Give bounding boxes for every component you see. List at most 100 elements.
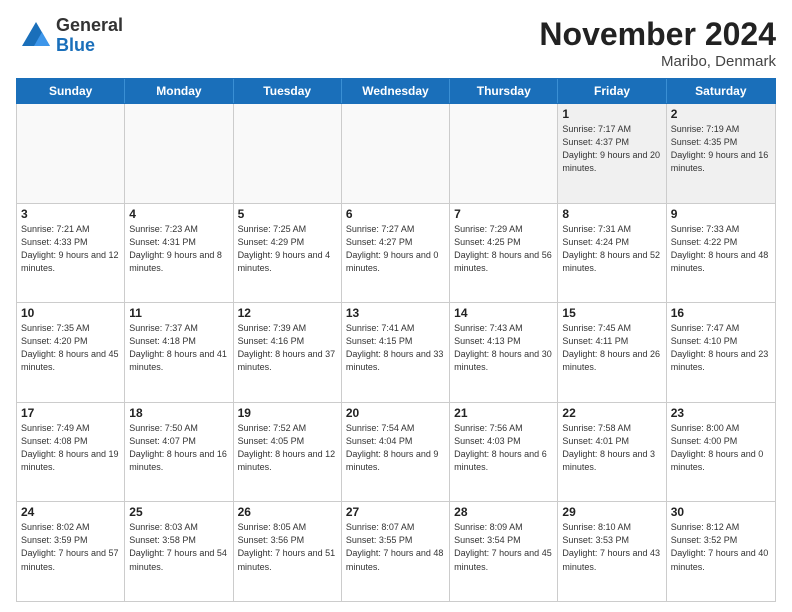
- header-monday: Monday: [125, 79, 233, 103]
- day-number-r3-c1: 18: [129, 406, 228, 420]
- cell-info-r4-c3: Sunrise: 8:07 AM Sunset: 3:55 PM Dayligh…: [346, 521, 445, 573]
- calendar-cell-r4-c6: 30Sunrise: 8:12 AM Sunset: 3:52 PM Dayli…: [667, 502, 775, 601]
- header: General Blue November 2024 Maribo, Denma…: [16, 16, 776, 70]
- cell-info-r3-c4: Sunrise: 7:56 AM Sunset: 4:03 PM Dayligh…: [454, 422, 553, 474]
- calendar-row-1: 3Sunrise: 7:21 AM Sunset: 4:33 PM Daylig…: [17, 204, 775, 304]
- day-number-r2-c0: 10: [21, 306, 120, 320]
- cell-info-r1-c5: Sunrise: 7:31 AM Sunset: 4:24 PM Dayligh…: [562, 223, 661, 275]
- calendar-cell-r2-c3: 13 Sunrise: 7:41 AM Sunset: 4:15 PM Dayli…: [342, 303, 450, 402]
- calendar-body: 1 Sunrise: 7:17 AM Sunset: 4:37 PM Daylig…: [16, 104, 776, 602]
- day-number-r2-c2: 12: [238, 306, 337, 320]
- calendar-cell-r0-c6: 2Sunrise: 7:19 AM Sunset: 4:35 PM Daylig…: [667, 104, 775, 203]
- cell-info-r1-c6: Sunrise: 7:33 AM Sunset: 4:22 PM Dayligh…: [671, 223, 771, 275]
- day-number-r2-c3: 13: [346, 306, 445, 320]
- cell-info-r2-c2: Sunrise: 7:39 AM Sunset: 4:16 PM Dayligh…: [238, 322, 337, 374]
- calendar-cell-r1-c5: 8 Sunrise: 7:31 AM Sunset: 4:24 PM Daylig…: [558, 204, 666, 303]
- day-number-r1-c1: 4: [129, 207, 228, 221]
- day-number-r0-c6: 2: [671, 107, 771, 121]
- calendar-cell-r0-c1: [125, 104, 233, 203]
- day-number-r4-c4: 28: [454, 505, 553, 519]
- cell-info-r2-c5: Sunrise: 7:45 AM Sunset: 4:11 PM Dayligh…: [562, 322, 661, 374]
- day-number-r4-c6: 30: [671, 505, 771, 519]
- cell-info-r1-c3: Sunrise: 7:27 AM Sunset: 4:27 PM Dayligh…: [346, 223, 445, 275]
- cell-info-r1-c2: Sunrise: 7:25 AM Sunset: 4:29 PM Dayligh…: [238, 223, 337, 275]
- calendar-cell-r2-c6: 16Sunrise: 7:47 AM Sunset: 4:10 PM Dayli…: [667, 303, 775, 402]
- cell-info-r4-c4: Sunrise: 8:09 AM Sunset: 3:54 PM Dayligh…: [454, 521, 553, 573]
- day-number-r3-c4: 21: [454, 406, 553, 420]
- calendar-cell-r3-c5: 22Sunrise: 7:58 AM Sunset: 4:01 PM Dayli…: [558, 403, 666, 502]
- day-number-r3-c6: 23: [671, 406, 771, 420]
- logo-text: General Blue: [56, 16, 123, 56]
- cell-info-r4-c0: Sunrise: 8:02 AM Sunset: 3:59 PM Dayligh…: [21, 521, 120, 573]
- cell-info-r4-c5: Sunrise: 8:10 AM Sunset: 3:53 PM Dayligh…: [562, 521, 661, 573]
- cell-info-r4-c1: Sunrise: 8:03 AM Sunset: 3:58 PM Dayligh…: [129, 521, 228, 573]
- calendar-cell-r4-c2: 26Sunrise: 8:05 AM Sunset: 3:56 PM Dayli…: [234, 502, 342, 601]
- day-number-r3-c0: 17: [21, 406, 120, 420]
- calendar-cell-r2-c1: 11 Sunrise: 7:37 AM Sunset: 4:18 PM Dayli…: [125, 303, 233, 402]
- calendar-cell-r4-c5: 29 Sunrise: 8:10 AM Sunset: 3:53 PM Dayli…: [558, 502, 666, 601]
- day-number-r2-c4: 14: [454, 306, 553, 320]
- header-thursday: Thursday: [450, 79, 558, 103]
- calendar-cell-r2-c5: 15 Sunrise: 7:45 AM Sunset: 4:11 PM Dayli…: [558, 303, 666, 402]
- calendar-cell-r1-c1: 4 Sunrise: 7:23 AM Sunset: 4:31 PM Daylig…: [125, 204, 233, 303]
- day-number-r4-c5: 29: [562, 505, 661, 519]
- logo-general-text: General: [56, 16, 123, 36]
- day-number-r4-c2: 26: [238, 505, 337, 519]
- calendar-cell-r2-c4: 14 Sunrise: 7:43 AM Sunset: 4:13 PM Dayli…: [450, 303, 558, 402]
- calendar-header: Sunday Monday Tuesday Wednesday Thursday…: [16, 78, 776, 104]
- day-number-r3-c3: 20: [346, 406, 445, 420]
- cell-info-r0-c5: Sunrise: 7:17 AM Sunset: 4:37 PM Dayligh…: [562, 123, 661, 175]
- calendar: Sunday Monday Tuesday Wednesday Thursday…: [16, 78, 776, 602]
- calendar-cell-r2-c0: 10 Sunrise: 7:35 AM Sunset: 4:20 PM Dayli…: [17, 303, 125, 402]
- day-number-r4-c1: 25: [129, 505, 228, 519]
- calendar-cell-r4-c0: 24Sunrise: 8:02 AM Sunset: 3:59 PM Dayli…: [17, 502, 125, 601]
- title-block: November 2024 Maribo, Denmark: [539, 16, 776, 70]
- logo-blue-text: Blue: [56, 36, 123, 56]
- day-number-r1-c5: 8: [562, 207, 661, 221]
- day-number-r2-c5: 15: [562, 306, 661, 320]
- day-number-r2-c1: 11: [129, 306, 228, 320]
- cell-info-r2-c3: Sunrise: 7:41 AM Sunset: 4:15 PM Dayligh…: [346, 322, 445, 374]
- calendar-row-2: 10 Sunrise: 7:35 AM Sunset: 4:20 PM Dayli…: [17, 303, 775, 403]
- calendar-row-0: 1 Sunrise: 7:17 AM Sunset: 4:37 PM Daylig…: [17, 104, 775, 204]
- header-sunday: Sunday: [17, 79, 125, 103]
- calendar-cell-r1-c4: 7 Sunrise: 7:29 AM Sunset: 4:25 PM Daylig…: [450, 204, 558, 303]
- cell-info-r3-c3: Sunrise: 7:54 AM Sunset: 4:04 PM Dayligh…: [346, 422, 445, 474]
- calendar-cell-r3-c3: 20 Sunrise: 7:54 AM Sunset: 4:04 PM Dayli…: [342, 403, 450, 502]
- day-number-r3-c2: 19: [238, 406, 337, 420]
- cell-info-r2-c4: Sunrise: 7:43 AM Sunset: 4:13 PM Dayligh…: [454, 322, 553, 374]
- location: Maribo, Denmark: [539, 53, 776, 70]
- day-number-r1-c6: 9: [671, 207, 771, 221]
- calendar-cell-r1-c6: 9 Sunrise: 7:33 AM Sunset: 4:22 PM Daylig…: [667, 204, 775, 303]
- day-number-r0-c5: 1: [562, 107, 661, 121]
- header-wednesday: Wednesday: [342, 79, 450, 103]
- calendar-cell-r1-c3: 6 Sunrise: 7:27 AM Sunset: 4:27 PM Daylig…: [342, 204, 450, 303]
- calendar-cell-r1-c2: 5 Sunrise: 7:25 AM Sunset: 4:29 PM Daylig…: [234, 204, 342, 303]
- calendar-cell-r0-c5: 1 Sunrise: 7:17 AM Sunset: 4:37 PM Daylig…: [558, 104, 666, 203]
- header-saturday: Saturday: [667, 79, 775, 103]
- calendar-cell-r0-c0: [17, 104, 125, 203]
- calendar-cell-r3-c0: 17 Sunrise: 7:49 AM Sunset: 4:08 PM Dayli…: [17, 403, 125, 502]
- logo: General Blue: [16, 16, 123, 56]
- calendar-cell-r3-c6: 23 Sunrise: 8:00 AM Sunset: 4:00 PM Dayli…: [667, 403, 775, 502]
- calendar-row-3: 17 Sunrise: 7:49 AM Sunset: 4:08 PM Dayli…: [17, 403, 775, 503]
- cell-info-r3-c6: Sunrise: 8:00 AM Sunset: 4:00 PM Dayligh…: [671, 422, 771, 474]
- day-number-r1-c3: 6: [346, 207, 445, 221]
- calendar-cell-r3-c2: 19 Sunrise: 7:52 AM Sunset: 4:05 PM Dayli…: [234, 403, 342, 502]
- logo-icon: [16, 18, 52, 54]
- cell-info-r2-c1: Sunrise: 7:37 AM Sunset: 4:18 PM Dayligh…: [129, 322, 228, 374]
- cell-info-r2-c0: Sunrise: 7:35 AM Sunset: 4:20 PM Dayligh…: [21, 322, 120, 374]
- cell-info-r1-c4: Sunrise: 7:29 AM Sunset: 4:25 PM Dayligh…: [454, 223, 553, 275]
- page: General Blue November 2024 Maribo, Denma…: [0, 0, 792, 612]
- cell-info-r1-c1: Sunrise: 7:23 AM Sunset: 4:31 PM Dayligh…: [129, 223, 228, 275]
- day-number-r1-c4: 7: [454, 207, 553, 221]
- calendar-row-4: 24Sunrise: 8:02 AM Sunset: 3:59 PM Dayli…: [17, 502, 775, 601]
- calendar-cell-r0-c2: [234, 104, 342, 203]
- cell-info-r3-c2: Sunrise: 7:52 AM Sunset: 4:05 PM Dayligh…: [238, 422, 337, 474]
- cell-info-r3-c0: Sunrise: 7:49 AM Sunset: 4:08 PM Dayligh…: [21, 422, 120, 474]
- day-number-r1-c2: 5: [238, 207, 337, 221]
- calendar-cell-r0-c3: [342, 104, 450, 203]
- day-number-r4-c3: 27: [346, 505, 445, 519]
- header-friday: Friday: [558, 79, 666, 103]
- day-number-r1-c0: 3: [21, 207, 120, 221]
